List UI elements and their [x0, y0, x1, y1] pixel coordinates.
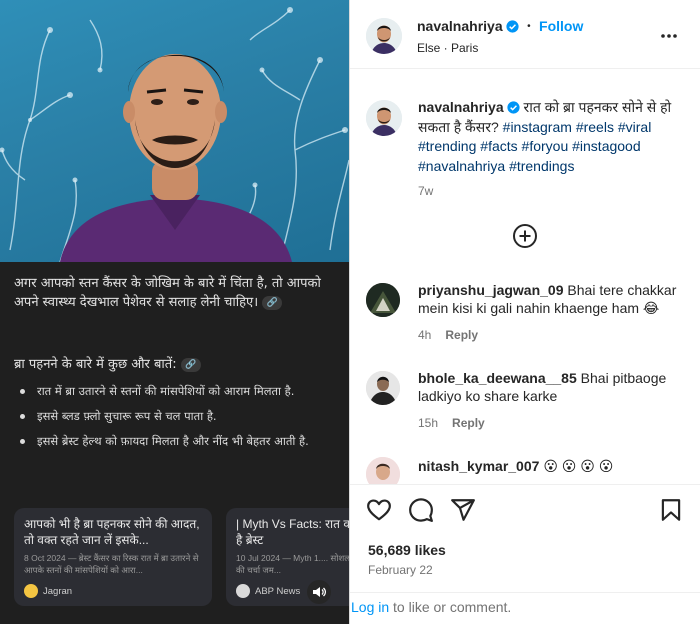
- login-link[interactable]: Log in: [351, 599, 389, 615]
- comment-text: priyanshu_jagwan_09 Bhai tere chakkar me…: [418, 281, 688, 317]
- comments-scroll-area[interactable]: navalnahriya रात को ब्रा पहनकर सोने से ह…: [350, 69, 700, 484]
- overlay-bullet: इससे ब्लड फ़्लो सुचारू रूप से चल पाता है…: [20, 408, 338, 425]
- more-options-button[interactable]: [654, 28, 684, 44]
- source-name: Jagran: [43, 585, 73, 597]
- source-name: ABP News: [255, 585, 301, 597]
- comment-time: 4h: [418, 328, 432, 342]
- author-avatar-image: [366, 18, 402, 54]
- source-card-publisher: Jagran: [24, 584, 72, 598]
- comment-button[interactable]: [408, 497, 434, 523]
- reply-button[interactable]: Reply: [445, 328, 478, 342]
- caption-age: 7w: [418, 184, 434, 198]
- hashtag-link[interactable]: #viral: [618, 119, 651, 135]
- source-card-title: | Myth Vs Facts: रात कर सोने से होता है …: [236, 517, 349, 547]
- post-media[interactable]: अगर आपको स्तन कैंसर के जोखिम के बारे में…: [0, 0, 349, 624]
- commenter-avatar-image: [366, 371, 400, 405]
- abp-logo-icon: [236, 584, 250, 598]
- comment-username[interactable]: priyanshu_jagwan_09: [418, 282, 564, 298]
- hashtag-link[interactable]: #foryou: [522, 138, 569, 154]
- commenter-avatar[interactable]: [366, 283, 400, 317]
- hashtag-link[interactable]: #reels: [576, 119, 614, 135]
- comment-meta: 15h Reply: [418, 416, 485, 430]
- like-button[interactable]: [366, 497, 392, 523]
- post-date: February 22: [368, 563, 433, 577]
- comment-username[interactable]: bhole_ka_deewana__85: [418, 370, 577, 386]
- overlay-bullet: रात में ब्रा उतारने से स्तनों की मांसपेश…: [20, 383, 338, 400]
- comment-meta: 4h Reply: [418, 328, 478, 342]
- comment-item: priyanshu_jagwan_09 Bhai tere chakkar me…: [350, 279, 700, 359]
- overlay-heading-text: ब्रा पहनने के बारे में कुछ और बातें:: [14, 357, 177, 372]
- save-button[interactable]: [658, 497, 684, 523]
- login-prompt-text: to like or comment.: [389, 599, 512, 615]
- commenter-avatar-image: [366, 457, 400, 484]
- paper-plane-icon: [451, 499, 475, 521]
- post-header: navalnahriya • Follow Else · Paris: [350, 0, 700, 69]
- commenter-avatar[interactable]: [366, 371, 400, 405]
- source-card-publisher: ABP News: [236, 584, 300, 598]
- author-avatar[interactable]: [366, 18, 402, 54]
- plus-circle-icon: [513, 224, 537, 248]
- header-separator: •: [527, 21, 531, 32]
- author-username[interactable]: navalnahriya: [417, 18, 503, 34]
- comment-username[interactable]: nitash_kymar_007: [418, 458, 539, 474]
- post-caption: navalnahriya रात को ब्रा पहनकर सोने से ह…: [418, 98, 688, 176]
- overlay-paragraph: अगर आपको स्तन कैंसर के जोखिम के बारे में…: [14, 274, 336, 312]
- verified-badge-icon: [506, 20, 519, 33]
- post-actions: 56,689 likes February 22: [350, 484, 700, 592]
- comment-time: 15h: [418, 416, 439, 430]
- post-sidebar: navalnahriya • Follow Else · Paris naval…: [349, 0, 700, 624]
- commenter-avatar-image: [366, 283, 400, 317]
- caption-username[interactable]: navalnahriya: [418, 99, 504, 115]
- overlay-heading: ब्रा पहनने के बारे में कुछ और बातें: 🔗: [14, 355, 336, 374]
- comment-text: nitash_kymar_007 😮 😮 😮 😮: [418, 457, 688, 475]
- hashtag-link[interactable]: #trending: [418, 138, 476, 154]
- load-more-comments-button[interactable]: [512, 223, 538, 249]
- author-line: navalnahriya • Follow: [417, 18, 583, 36]
- source-card-title: आपको भी है ब्रा पहनकर सोने की आदत, तो वक…: [24, 517, 200, 547]
- share-button[interactable]: [450, 497, 476, 523]
- comment-body: 😮 😮 😮 😮: [543, 458, 614, 474]
- link-icon: 🔗: [180, 357, 201, 372]
- verified-badge-icon: [507, 101, 520, 114]
- overlay-bullet: इससे ब्रेस्ट हेल्थ को फ़ायदा मिलता है और…: [20, 433, 338, 450]
- speaker-icon: [313, 587, 327, 597]
- login-prompt: Log in to like or comment.: [350, 592, 700, 624]
- jagran-logo-icon: [24, 584, 38, 598]
- comment-item: nitash_kymar_007 😮 😮 😮 😮: [350, 455, 700, 484]
- more-options-icon: [661, 34, 677, 38]
- hashtag-link[interactable]: #facts: [480, 138, 517, 154]
- bookmark-icon: [661, 499, 681, 521]
- link-icon: 🔗: [262, 295, 283, 310]
- source-card-snippet: 8 Oct 2024 — ब्रेस्ट कैंसर का रिस्क रात …: [24, 553, 199, 575]
- comment-text: bhole_ka_deewana__85 Bhai pitbaoge ladki…: [418, 369, 688, 405]
- comment-bubble-icon: [409, 498, 433, 522]
- hashtag-link[interactable]: #trendings: [509, 158, 574, 174]
- hashtag-link[interactable]: #instagram: [503, 119, 572, 135]
- caption-avatar[interactable]: [366, 100, 402, 136]
- reply-button[interactable]: Reply: [452, 416, 485, 430]
- hashtag-link[interactable]: #instagood: [572, 138, 641, 154]
- source-card-snippet: 10 Jul 2024 — Myth 1.... सोशल मीडिया पर …: [236, 553, 349, 575]
- post-location[interactable]: Else · Paris: [417, 41, 478, 55]
- reel-video-frame: [0, 7, 349, 262]
- commenter-avatar[interactable]: [366, 457, 400, 484]
- comment-item: bhole_ka_deewana__85 Bhai pitbaoge ladki…: [350, 367, 700, 447]
- audio-toggle-button[interactable]: [307, 580, 331, 604]
- caption-avatar-image: [366, 100, 402, 136]
- reel-video[interactable]: [0, 0, 349, 262]
- hashtag-link[interactable]: #navalnahriya: [418, 158, 505, 174]
- likes-count[interactable]: 56,689 likes: [368, 542, 446, 558]
- source-card-jagran[interactable]: आपको भी है ब्रा पहनकर सोने की आदत, तो वक…: [14, 508, 212, 606]
- follow-button[interactable]: Follow: [539, 18, 583, 34]
- heart-icon: [367, 499, 391, 521]
